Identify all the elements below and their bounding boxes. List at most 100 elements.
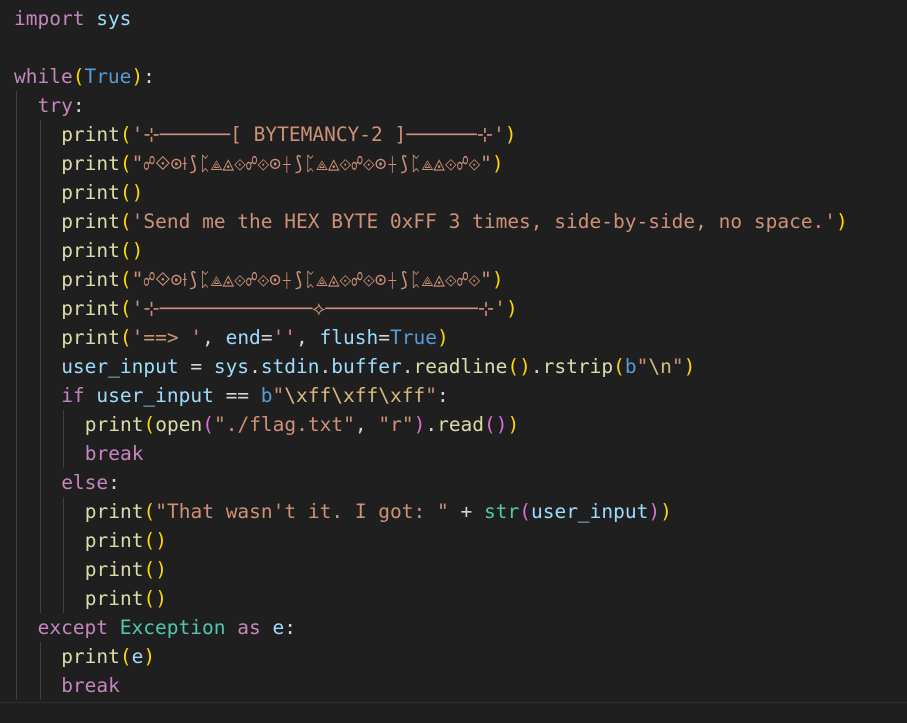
code-token: b [260,384,273,407]
code-token: Exception [119,616,226,639]
code-token: "./flag.txt" [213,413,355,436]
code-token: , [296,326,320,349]
code-token: = [260,326,273,349]
code-line: if user_input == b"\xff\xff\xff": [61,381,449,410]
code-token: print [61,210,120,233]
code-token: ) [683,355,696,378]
code-token: print [61,297,120,320]
code-line: print('⊹──────[ BYTEMANCY-2 ]──────⊹') [61,120,516,149]
code-token: ( [202,413,214,436]
code-token: ) [836,210,848,233]
code-token: print [61,181,120,204]
code-token: sys [96,7,132,30]
code-token: . [319,355,332,378]
code-token: + [448,500,484,523]
code-token: == [213,384,261,407]
code-line: print('==> ', end='', flush=True) [61,323,449,352]
code-line: print(e) [61,642,155,671]
code-token: print [84,500,144,523]
code-line: print('Send me the HEX BYTE 0xFF 3 times… [61,207,848,236]
code-token: ) [413,413,426,436]
code-token: print [61,239,120,262]
code-token: user_input [96,384,214,407]
code-token: : [72,94,85,117]
indent-guide [63,410,65,468]
code-token: "☍⟐⊙⟊⟆ᛈ⟁◬⟐☍⟐⊙⟊⟆ᛈ⟁◬⟐☍⟐⊙⟊⟆ᛈ⟁◬⟐☍⟐" [131,152,492,175]
code-token: buffer [331,355,402,378]
code-token: () [507,355,531,378]
code-token: ) [648,500,661,523]
code-token: stdin [260,355,320,378]
code-line: try: [38,91,85,120]
code-token: ( [519,500,531,523]
code-line: break [61,671,120,700]
code-token: ( [119,152,132,175]
code-token: : [108,471,120,494]
code-token: while [14,65,73,88]
code-token: = [178,355,214,378]
code-token: " [272,384,285,407]
code-token: ) [131,65,144,88]
code-token: "r" [378,413,414,436]
code-token: str [483,500,520,523]
code-token: True [389,326,437,349]
code-line: print('⊹─────────────⟡─────────────⊹') [61,294,518,323]
code-token: ) [436,326,449,349]
code-token: : [284,616,296,639]
code-token: () [119,239,144,262]
code-token: '⊹─────────────⟡─────────────⊹' [131,297,506,320]
code-token: sys [213,355,250,378]
code-line: break [85,439,144,468]
code-token: break [84,442,144,465]
code-token: ( [72,65,85,88]
code-token: try [37,94,73,117]
code-line: else: [61,468,120,497]
code-editor[interactable]: import sys while(True): try: print('⊹──────… [0,0,907,723]
code-line: print("☍⟐⊙⟊⟆ᛈ⟁◬⟐☍⟐⊙⟊⟆ᛈ⟁◬⟐☍⟐⊙⟊⟆ᛈ⟁◬⟐☍⟐") [61,265,503,294]
code-token: ( [613,355,625,378]
indent-guide [39,642,41,700]
code-line: except Exception as e: [38,613,296,642]
code-token: print [61,268,120,291]
indent-guide [63,497,65,613]
code-token: , [202,326,226,349]
code-line: print() [85,555,167,584]
code-token: . [425,413,438,436]
code-line: user_input = sys.stdin.buffer.readline()… [61,352,695,381]
code-token: True [84,65,132,88]
code-token: open [155,413,203,436]
code-line: print() [61,178,143,207]
code-token: "That wasn't it. I got: " [155,500,449,523]
code-token: : [436,384,449,407]
code-token: ( [119,645,132,668]
code-token: rstrip [542,355,614,378]
code-token: read [437,413,485,436]
code-token: '' [272,326,297,349]
code-token: print [61,645,120,668]
code-token: e [131,645,144,668]
code-token: ( [119,268,132,291]
code-token: "☍⟐⊙⟊⟆ᛈ⟁◬⟐☍⟐⊙⟊⟆ᛈ⟁◬⟐☍⟐⊙⟊⟆ᛈ⟁◬⟐☍⟐" [131,268,492,291]
code-token: import [14,7,85,30]
code-line: print(open("./flag.txt", "r").read()) [85,410,519,439]
code-token: as [237,616,261,639]
code-token: ( [143,413,156,436]
code-token: : [143,65,155,88]
code-token: '==> ' [131,326,203,349]
code-token: () [119,181,144,204]
code-token: print [84,529,144,552]
code-line: while(True): [14,62,155,91]
code-token: except [37,616,109,639]
code-token: flush [319,326,379,349]
editor-bottom-rule [0,702,907,703]
code-token: () [143,587,167,610]
code-line: print() [85,526,167,555]
indent-guide [39,120,41,613]
code-token: () [484,413,508,436]
code-token: ( [119,123,132,146]
code-token: ) [491,268,504,291]
code-token: ) [505,297,518,320]
